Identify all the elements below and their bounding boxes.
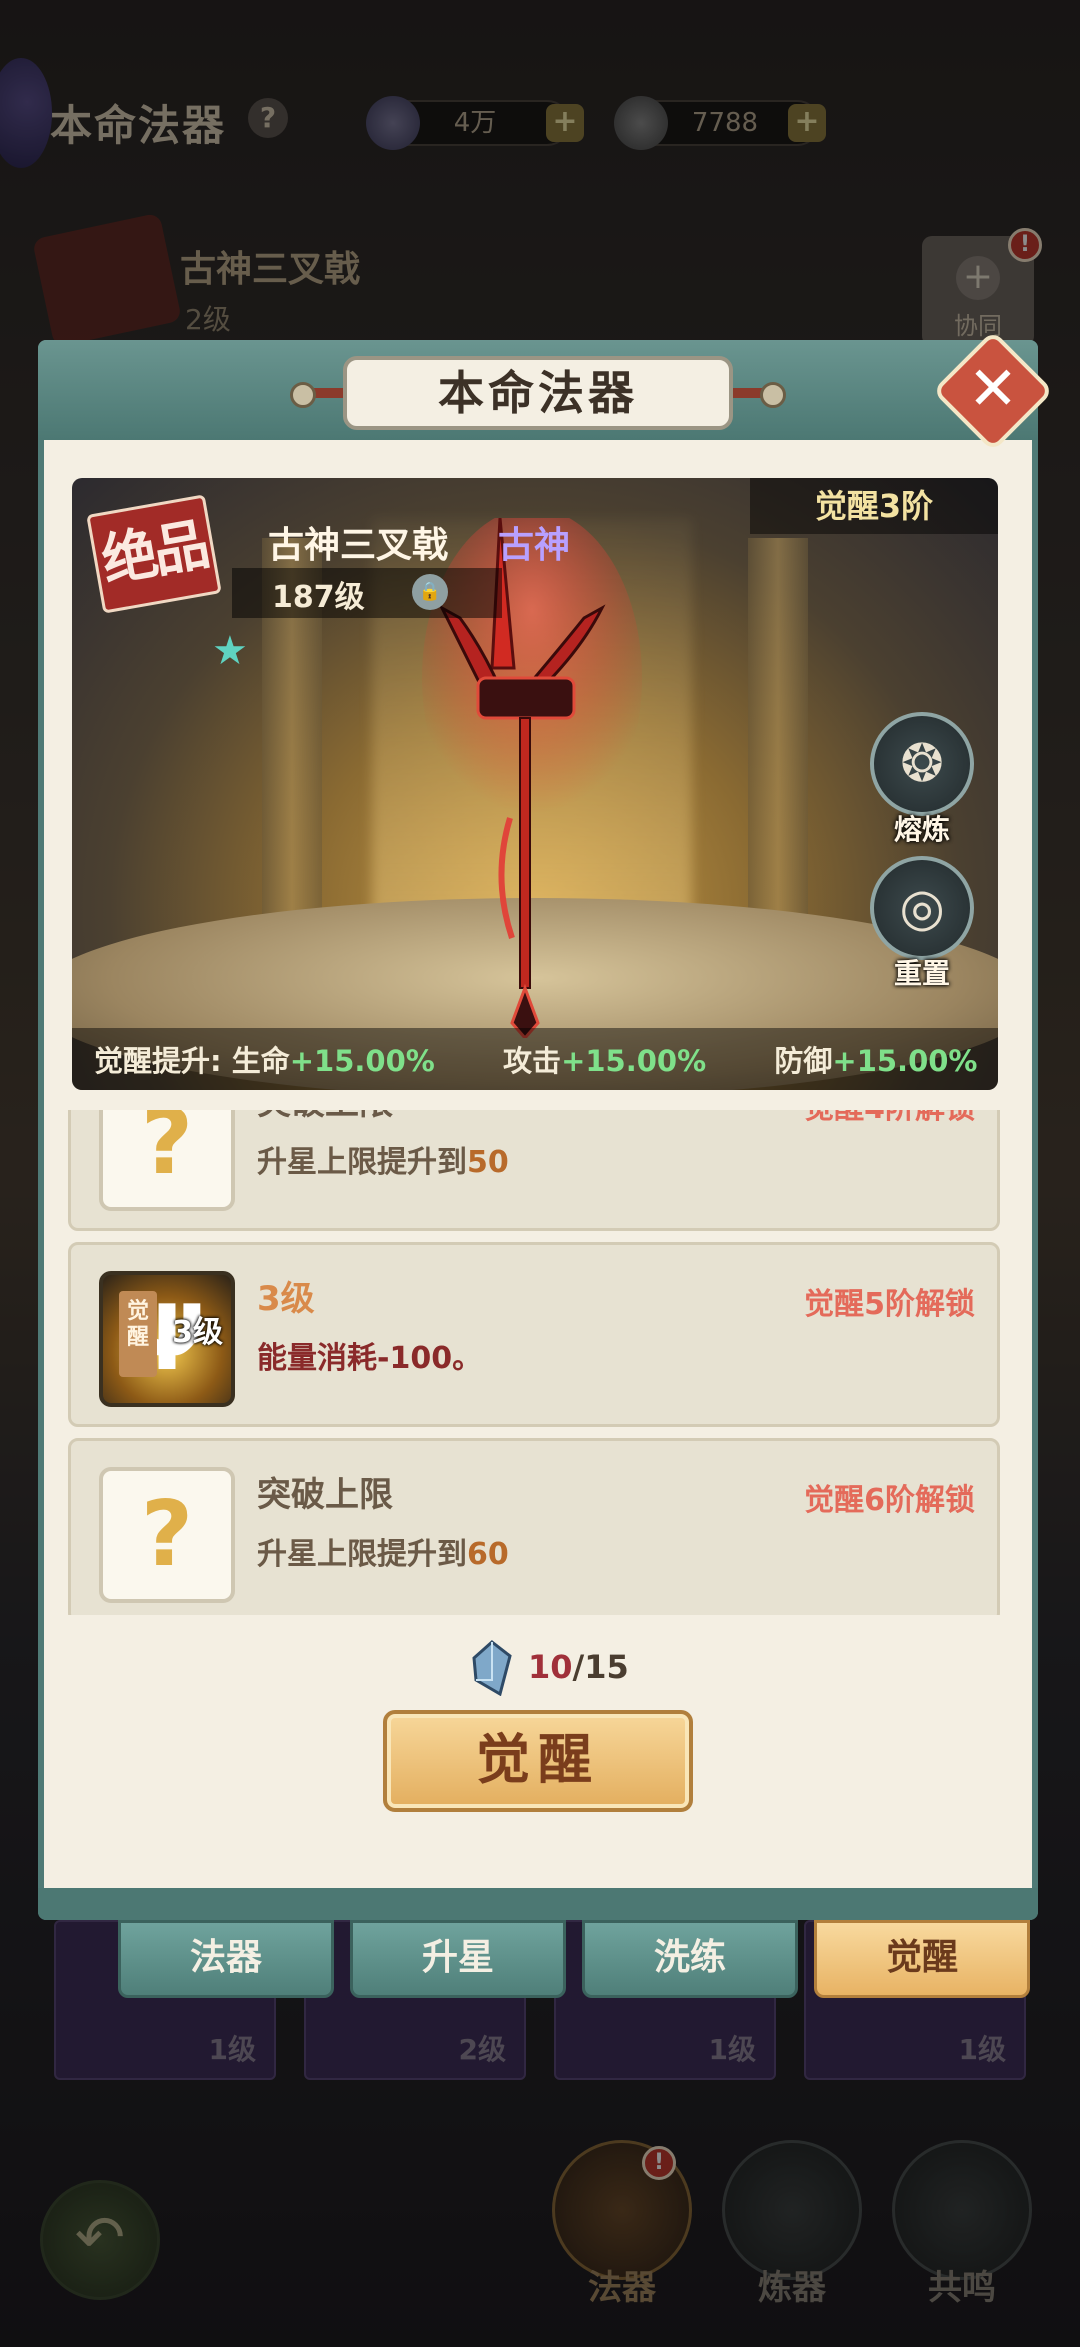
reward-desc: 能量消耗-100。 (257, 1341, 483, 1376)
close-icon: ✕ (967, 354, 1019, 424)
awaken-reward-list[interactable]: ? 突破上限 升星上限提升到50 觉醒4阶解锁 Ψ 觉醒 3级 3级 能量消耗-… (68, 1110, 1008, 1615)
cost-need: /15 (572, 1648, 629, 1686)
stat-name-def: 防御 (774, 1044, 833, 1078)
artifact-name: 古神三叉戟 (268, 525, 449, 566)
artifact-modal: 本命法器 ✕ 觉醒3阶 绝品 古神三叉戟 古神 187级 🔒 ★ ❂ 熔炼 ◎ … (38, 330, 1054, 1998)
reward-title: 3级 (257, 1279, 315, 1319)
list-item[interactable]: ? 突破上限 升星上限提升到50 觉醒4阶解锁 (68, 1110, 1000, 1231)
artifact-type-tag: 古神 (498, 525, 571, 566)
smelt-label: 熔炼 (893, 813, 950, 846)
reward-desc-text: 升星上限提升到 (257, 1145, 467, 1180)
reset-icon: ◎ (899, 878, 945, 938)
modal-title-text: 本命法器 (438, 366, 638, 420)
reward-desc: 升星上限提升到60 (257, 1529, 509, 1573)
modal-title: 本命法器 (343, 356, 733, 430)
modal-footer (38, 1888, 1038, 1920)
stat-name-atk: 攻击 (503, 1044, 562, 1078)
reward-title: 突破上限 (257, 1475, 393, 1515)
stat-value-atk: +15.00% (561, 1044, 707, 1078)
reward-title: 突破上限 (257, 1110, 393, 1124)
crystal-icon (472, 1640, 512, 1696)
reward-desc: 升星上限提升到50 (257, 1137, 509, 1181)
unlock-requirement: 觉醒5阶解锁 (804, 1287, 975, 1322)
awaken-ribbon: 觉醒 (119, 1291, 157, 1377)
awaken-button[interactable]: 觉醒 (383, 1710, 693, 1812)
smelt-icon: ❂ (900, 734, 944, 794)
stat-value-def: +15.00% (832, 1044, 978, 1078)
cost-amount: 10/15 (528, 1648, 629, 1686)
unknown-reward-icon: ? (99, 1110, 235, 1211)
tab-awaken[interactable]: 觉醒 (814, 1920, 1030, 1998)
reward-desc-text: 升星上限提升到 (257, 1537, 467, 1572)
unknown-reward-icon: ? (99, 1467, 235, 1603)
tab-refine[interactable]: 洗练 (582, 1920, 798, 1998)
list-item[interactable]: Ψ 觉醒 3级 3级 能量消耗-100。 觉醒5阶解锁 (68, 1242, 1000, 1427)
tab-artifact[interactable]: 法器 (118, 1920, 334, 1998)
unlock-requirement: 觉醒6阶解锁 (804, 1483, 975, 1518)
stat-value-hp: +15.00% (289, 1044, 435, 1078)
unlock-requirement: 觉醒4阶解锁 (804, 1110, 975, 1127)
star-icon: ★ (212, 628, 248, 674)
reset-button[interactable]: ◎ (870, 856, 974, 960)
tab-star-up[interactable]: 升星 (350, 1920, 566, 1998)
smelt-button[interactable]: ❂ (870, 712, 974, 816)
awaken-stage-tag: 觉醒3阶 (750, 478, 998, 534)
cost-have: 10 (528, 1648, 573, 1686)
artifact-showcase: 觉醒3阶 绝品 古神三叉戟 古神 187级 🔒 ★ ❂ 熔炼 ◎ 重置 觉醒提升… (72, 478, 998, 1090)
lock-icon[interactable]: 🔒 (412, 574, 448, 610)
rarity-seal: 绝品 (86, 494, 222, 614)
list-item[interactable]: ? 突破上限 升星上限提升到60 觉醒6阶解锁 (68, 1438, 1000, 1615)
skill-icon[interactable]: Ψ 觉醒 3级 (99, 1271, 235, 1407)
stats-label: 觉醒提升: (94, 1044, 222, 1078)
artifact-level: 187级 (272, 580, 365, 615)
reward-desc-value: 60 (467, 1537, 509, 1572)
reward-desc-value: 50 (467, 1145, 509, 1180)
skill-level: 3级 (172, 1315, 223, 1350)
reset-label: 重置 (893, 957, 950, 990)
awaken-bonus-stats: 觉醒提升: 生命+15.00% 攻击+15.00% 防御+15.00% (94, 1038, 977, 1080)
stat-name-hp: 生命 (231, 1044, 290, 1078)
